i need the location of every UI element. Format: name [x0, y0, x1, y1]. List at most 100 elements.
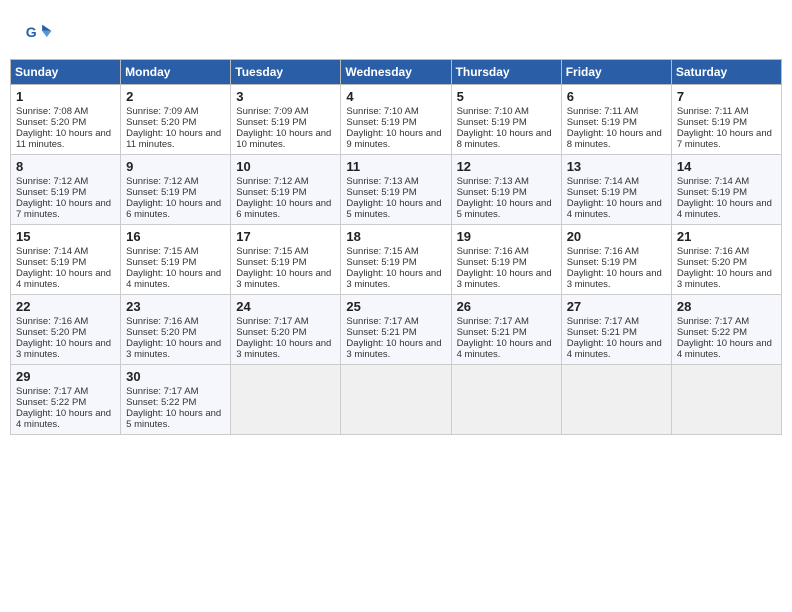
page-header: G [10, 10, 782, 53]
col-header-wednesday: Wednesday [341, 60, 451, 85]
calendar-cell: 19 Sunrise: 7:16 AM Sunset: 5:19 PM Dayl… [451, 225, 561, 295]
sunset-label: Sunset: 5:21 PM [567, 327, 637, 338]
calendar-cell: 23 Sunrise: 7:16 AM Sunset: 5:20 PM Dayl… [121, 295, 231, 365]
day-number: 14 [677, 159, 776, 174]
sunset-label: Sunset: 5:19 PM [16, 187, 86, 198]
calendar-week-row: 15 Sunrise: 7:14 AM Sunset: 5:19 PM Dayl… [11, 225, 782, 295]
calendar-week-row: 29 Sunrise: 7:17 AM Sunset: 5:22 PM Dayl… [11, 365, 782, 435]
sunrise-label: Sunrise: 7:16 AM [567, 246, 639, 257]
daylight-label: Daylight: 10 hours and 6 minutes. [236, 198, 331, 220]
day-number: 4 [346, 89, 445, 104]
sunrise-label: Sunrise: 7:15 AM [126, 246, 198, 257]
day-number: 13 [567, 159, 666, 174]
sunrise-label: Sunrise: 7:10 AM [457, 106, 529, 117]
calendar-cell [341, 365, 451, 435]
daylight-label: Daylight: 10 hours and 5 minutes. [457, 198, 552, 220]
sunset-label: Sunset: 5:19 PM [457, 257, 527, 268]
day-number: 9 [126, 159, 225, 174]
daylight-label: Daylight: 10 hours and 3 minutes. [236, 268, 331, 290]
calendar-cell: 20 Sunrise: 7:16 AM Sunset: 5:19 PM Dayl… [561, 225, 671, 295]
sunset-label: Sunset: 5:19 PM [677, 117, 747, 128]
sunrise-label: Sunrise: 7:17 AM [567, 316, 639, 327]
daylight-label: Daylight: 10 hours and 11 minutes. [126, 128, 221, 150]
sunrise-label: Sunrise: 7:09 AM [236, 106, 308, 117]
daylight-label: Daylight: 10 hours and 5 minutes. [346, 198, 441, 220]
calendar-week-row: 8 Sunrise: 7:12 AM Sunset: 5:19 PM Dayli… [11, 155, 782, 225]
sunrise-label: Sunrise: 7:17 AM [236, 316, 308, 327]
sunrise-label: Sunrise: 7:12 AM [236, 176, 308, 187]
sunset-label: Sunset: 5:19 PM [126, 187, 196, 198]
daylight-label: Daylight: 10 hours and 4 minutes. [567, 198, 662, 220]
sunset-label: Sunset: 5:19 PM [567, 117, 637, 128]
col-header-saturday: Saturday [671, 60, 781, 85]
sunset-label: Sunset: 5:21 PM [457, 327, 527, 338]
daylight-label: Daylight: 10 hours and 10 minutes. [236, 128, 331, 150]
sunset-label: Sunset: 5:19 PM [346, 117, 416, 128]
sunset-label: Sunset: 5:19 PM [236, 117, 306, 128]
calendar-cell: 4 Sunrise: 7:10 AM Sunset: 5:19 PM Dayli… [341, 85, 451, 155]
daylight-label: Daylight: 10 hours and 8 minutes. [567, 128, 662, 150]
day-number: 25 [346, 299, 445, 314]
calendar-cell: 7 Sunrise: 7:11 AM Sunset: 5:19 PM Dayli… [671, 85, 781, 155]
col-header-friday: Friday [561, 60, 671, 85]
sunrise-label: Sunrise: 7:13 AM [346, 176, 418, 187]
day-number: 20 [567, 229, 666, 244]
sunset-label: Sunset: 5:19 PM [346, 187, 416, 198]
daylight-label: Daylight: 10 hours and 3 minutes. [16, 338, 111, 360]
day-number: 29 [16, 369, 115, 384]
day-number: 16 [126, 229, 225, 244]
col-header-sunday: Sunday [11, 60, 121, 85]
col-header-tuesday: Tuesday [231, 60, 341, 85]
daylight-label: Daylight: 10 hours and 4 minutes. [457, 338, 552, 360]
sunrise-label: Sunrise: 7:16 AM [126, 316, 198, 327]
sunrise-label: Sunrise: 7:12 AM [16, 176, 88, 187]
calendar-cell: 15 Sunrise: 7:14 AM Sunset: 5:19 PM Dayl… [11, 225, 121, 295]
day-number: 6 [567, 89, 666, 104]
sunrise-label: Sunrise: 7:11 AM [677, 106, 749, 117]
calendar-week-row: 1 Sunrise: 7:08 AM Sunset: 5:20 PM Dayli… [11, 85, 782, 155]
sunrise-label: Sunrise: 7:13 AM [457, 176, 529, 187]
day-number: 30 [126, 369, 225, 384]
calendar-cell: 28 Sunrise: 7:17 AM Sunset: 5:22 PM Dayl… [671, 295, 781, 365]
calendar-cell: 16 Sunrise: 7:15 AM Sunset: 5:19 PM Dayl… [121, 225, 231, 295]
sunset-label: Sunset: 5:20 PM [16, 117, 86, 128]
day-number: 8 [16, 159, 115, 174]
calendar-week-row: 22 Sunrise: 7:16 AM Sunset: 5:20 PM Dayl… [11, 295, 782, 365]
daylight-label: Daylight: 10 hours and 4 minutes. [16, 408, 111, 430]
day-number: 22 [16, 299, 115, 314]
calendar-cell: 27 Sunrise: 7:17 AM Sunset: 5:21 PM Dayl… [561, 295, 671, 365]
sunrise-label: Sunrise: 7:17 AM [346, 316, 418, 327]
sunrise-label: Sunrise: 7:17 AM [457, 316, 529, 327]
sunset-label: Sunset: 5:20 PM [677, 257, 747, 268]
calendar-cell: 13 Sunrise: 7:14 AM Sunset: 5:19 PM Dayl… [561, 155, 671, 225]
calendar-cell: 1 Sunrise: 7:08 AM Sunset: 5:20 PM Dayli… [11, 85, 121, 155]
daylight-label: Daylight: 10 hours and 6 minutes. [126, 198, 221, 220]
daylight-label: Daylight: 10 hours and 11 minutes. [16, 128, 111, 150]
sunset-label: Sunset: 5:19 PM [346, 257, 416, 268]
day-number: 28 [677, 299, 776, 314]
sunrise-label: Sunrise: 7:16 AM [16, 316, 88, 327]
sunset-label: Sunset: 5:19 PM [457, 187, 527, 198]
calendar-cell: 11 Sunrise: 7:13 AM Sunset: 5:19 PM Dayl… [341, 155, 451, 225]
sunset-label: Sunset: 5:21 PM [346, 327, 416, 338]
day-number: 18 [346, 229, 445, 244]
calendar-header-row: SundayMondayTuesdayWednesdayThursdayFrid… [11, 60, 782, 85]
sunrise-label: Sunrise: 7:08 AM [16, 106, 88, 117]
calendar-cell: 14 Sunrise: 7:14 AM Sunset: 5:19 PM Dayl… [671, 155, 781, 225]
calendar-cell: 21 Sunrise: 7:16 AM Sunset: 5:20 PM Dayl… [671, 225, 781, 295]
sunset-label: Sunset: 5:20 PM [126, 327, 196, 338]
daylight-label: Daylight: 10 hours and 4 minutes. [677, 198, 772, 220]
sunrise-label: Sunrise: 7:14 AM [677, 176, 749, 187]
calendar-cell [451, 365, 561, 435]
sunrise-label: Sunrise: 7:15 AM [346, 246, 418, 257]
calendar-cell: 18 Sunrise: 7:15 AM Sunset: 5:19 PM Dayl… [341, 225, 451, 295]
sunrise-label: Sunrise: 7:17 AM [126, 386, 198, 397]
calendar-cell: 12 Sunrise: 7:13 AM Sunset: 5:19 PM Dayl… [451, 155, 561, 225]
day-number: 11 [346, 159, 445, 174]
calendar-cell: 26 Sunrise: 7:17 AM Sunset: 5:21 PM Dayl… [451, 295, 561, 365]
calendar-cell [561, 365, 671, 435]
sunset-label: Sunset: 5:19 PM [567, 257, 637, 268]
sunset-label: Sunset: 5:19 PM [236, 257, 306, 268]
sunrise-label: Sunrise: 7:17 AM [16, 386, 88, 397]
day-number: 5 [457, 89, 556, 104]
